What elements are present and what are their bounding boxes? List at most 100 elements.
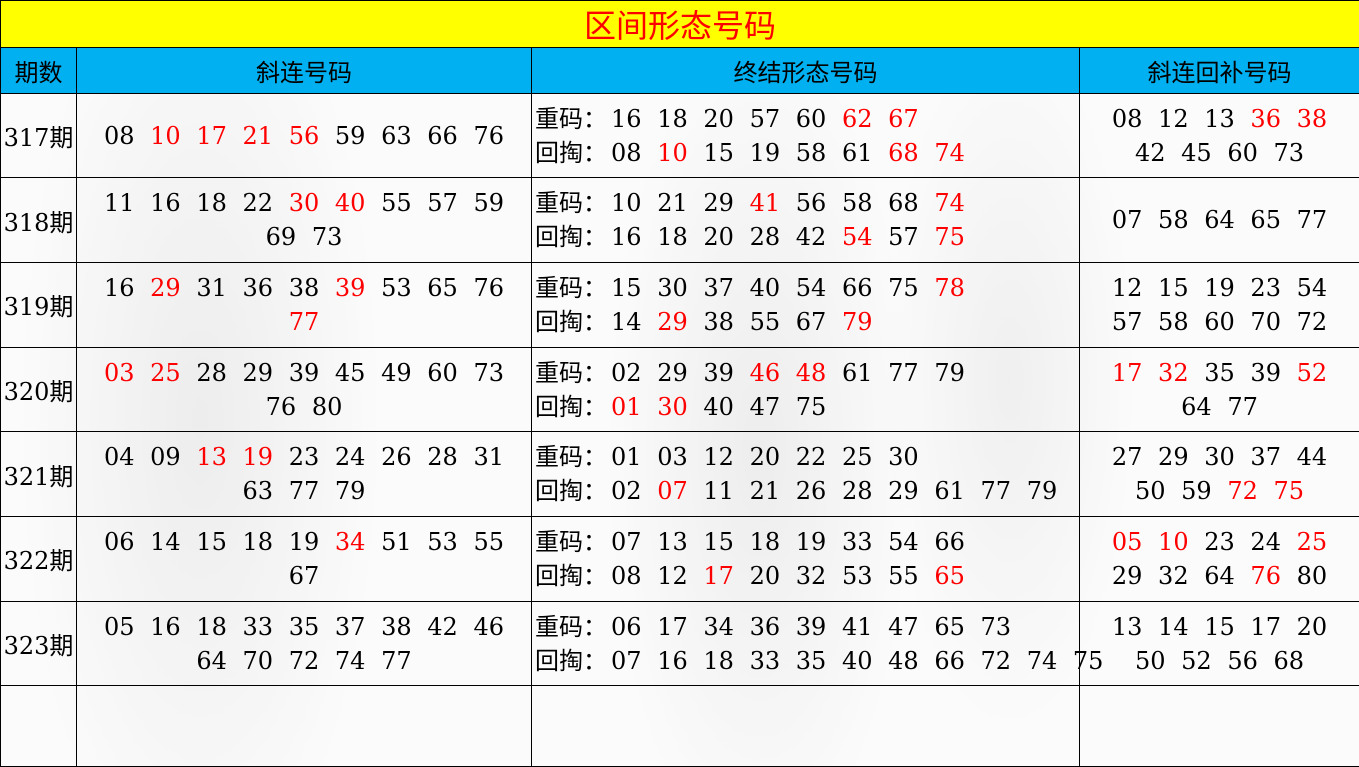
empty-cell (1078, 685, 1359, 767)
diagonal-numbers-cell: 05 16 18 33 35 37 38 42 46 64 70 72 74 7… (76, 600, 532, 687)
supplement-number: 29 (1111, 561, 1143, 590)
supplement-numbers-cell: 08 12 13 36 38 42 45 60 73 (1078, 92, 1359, 179)
repeat-line: 重码： 15 30 37 40 54 66 75 78 (535, 271, 1079, 305)
repeat-number: 02 (611, 358, 642, 387)
fallback-number: 65 (934, 561, 965, 590)
repeat-label: 重码： (535, 612, 607, 641)
diagonal-number: 30 (288, 189, 320, 218)
diagonal-number: 11 (103, 189, 135, 218)
supplement-number: 72 (1227, 477, 1258, 506)
repeat-number: 60 (795, 104, 827, 133)
fallback-number: 21 (749, 477, 781, 506)
diagonal-number: 64 (196, 646, 227, 675)
repeat-number: 68 (888, 189, 919, 218)
supplement-number: 80 (1296, 561, 1328, 590)
fallback-number: 55 (888, 561, 919, 590)
diagonal-number: 70 (242, 646, 274, 675)
repeat-number: 29 (657, 358, 688, 387)
diagonal-number: 57 (427, 189, 458, 218)
supplement-numbers-cell: 17 32 35 39 52 64 77 (1078, 346, 1359, 433)
repeat-label: 重码： (535, 273, 607, 302)
supplement-number: 30 (1204, 443, 1235, 472)
period-cell: 322期 (0, 516, 77, 602)
repeat-number: 29 (703, 189, 734, 218)
fallback-number: 53 (841, 561, 873, 590)
repeat-number: 79 (934, 358, 965, 387)
repeat-number: 07 (611, 527, 642, 556)
fallback-line: 回掏： 02 07 11 21 26 28 29 61 77 79 (535, 474, 1079, 508)
diagonal-number: 16 (150, 612, 181, 641)
supplement-number: 45 (1181, 138, 1212, 167)
supplement-number: 59 (1181, 477, 1212, 506)
diagonal-number: 13 (196, 443, 227, 472)
diagonal-number: 15 (196, 527, 227, 556)
fallback-number: 42 (795, 223, 827, 252)
fallback-number: 16 (657, 646, 688, 675)
diagonal-number: 34 (334, 527, 366, 556)
final-form-cell: 重码： 06 17 34 36 39 41 47 65 73 回掏： 07 16 1… (531, 600, 1103, 687)
supplement-number: 23 (1250, 273, 1281, 302)
period-cell: 321期 (0, 431, 77, 517)
table-row: 320期 03 25 28 29 39 45 49 60 73 76 80 重码：… (0, 346, 1359, 433)
fallback-number: 07 (611, 646, 642, 675)
supplement-number: 39 (1250, 358, 1281, 387)
diagonal-number: 66 (427, 121, 458, 150)
fallback-number: 10 (657, 138, 688, 167)
repeat-label: 重码： (535, 358, 607, 387)
fallback-label: 回掏： (535, 561, 607, 590)
supplement-number: 17 (1250, 612, 1281, 641)
diagonal-number: 19 (242, 443, 274, 472)
supplement-number: 29 (1158, 443, 1189, 472)
fallback-number: 19 (749, 138, 781, 167)
repeat-number: 77 (888, 358, 919, 387)
fallback-number: 26 (795, 477, 827, 506)
repeat-line: 重码： 16 18 20 57 60 62 67 (535, 102, 1079, 136)
diagonal-number: 74 (334, 646, 366, 675)
repeat-line: 重码： 07 13 15 18 19 33 54 66 (535, 525, 1079, 559)
fallback-line: 回掏： 14 29 38 55 67 79 (535, 305, 1079, 339)
diagonal-number: 38 (381, 612, 412, 641)
supplement-number: 13 (1111, 612, 1143, 641)
diagonal-number: 73 (311, 223, 343, 252)
repeat-line: 重码： 10 21 29 41 56 58 68 74 (535, 186, 1079, 220)
repeat-number: 57 (749, 104, 781, 133)
supplement-number: 52 (1181, 646, 1212, 675)
repeat-number: 16 (611, 104, 642, 133)
period-cell: 317期 (0, 92, 77, 179)
diagonal-number: 29 (150, 273, 181, 302)
fallback-number: 79 (1026, 477, 1058, 506)
fallback-number: 38 (703, 307, 734, 336)
repeat-number: 15 (611, 273, 642, 302)
diagonal-number: 04 (103, 443, 135, 472)
diagonal-number: 28 (196, 358, 227, 387)
supplement-number: 75 (1273, 477, 1305, 506)
diagonal-numbers-cell: 08 10 17 21 56 59 63 66 76 (76, 92, 532, 179)
diagonal-number: 18 (242, 527, 274, 556)
fallback-number: 61 (841, 138, 873, 167)
diagonal-number: 33 (242, 612, 274, 641)
header-diagonal: 斜连号码 (76, 47, 532, 94)
table-row: 317期 08 10 17 21 56 59 63 66 76 重码： 16 18 … (0, 92, 1359, 179)
diagonal-number: 40 (334, 189, 366, 218)
table-row: 323期 05 16 18 33 35 37 38 42 46 64 70 72 … (0, 600, 1359, 687)
repeat-number: 78 (934, 273, 965, 302)
supplement-number: 60 (1204, 307, 1235, 336)
diagonal-number: 14 (150, 527, 181, 556)
repeat-number: 41 (841, 612, 873, 641)
supplement-number: 56 (1227, 646, 1258, 675)
supplement-number: 77 (1227, 392, 1258, 421)
fallback-number: 54 (841, 223, 873, 252)
supplement-number: 64 (1204, 206, 1235, 235)
fallback-number: 77 (980, 477, 1012, 506)
empty-row (0, 685, 1359, 767)
supplement-number: 57 (1111, 307, 1143, 336)
supplement-number: 32 (1158, 561, 1189, 590)
supplement-number: 58 (1158, 307, 1189, 336)
supplement-number: 35 (1204, 358, 1235, 387)
supplement-number: 17 (1111, 358, 1143, 387)
fallback-number: 02 (611, 477, 642, 506)
diagonal-number: 18 (196, 189, 227, 218)
repeat-number: 34 (703, 612, 734, 641)
spreadsheet-canvas: 区间形态号码 期数 斜连号码 终结形态号码 斜连回补号码 317期 08 10 1… (0, 0, 1359, 767)
repeat-number: 17 (657, 612, 688, 641)
